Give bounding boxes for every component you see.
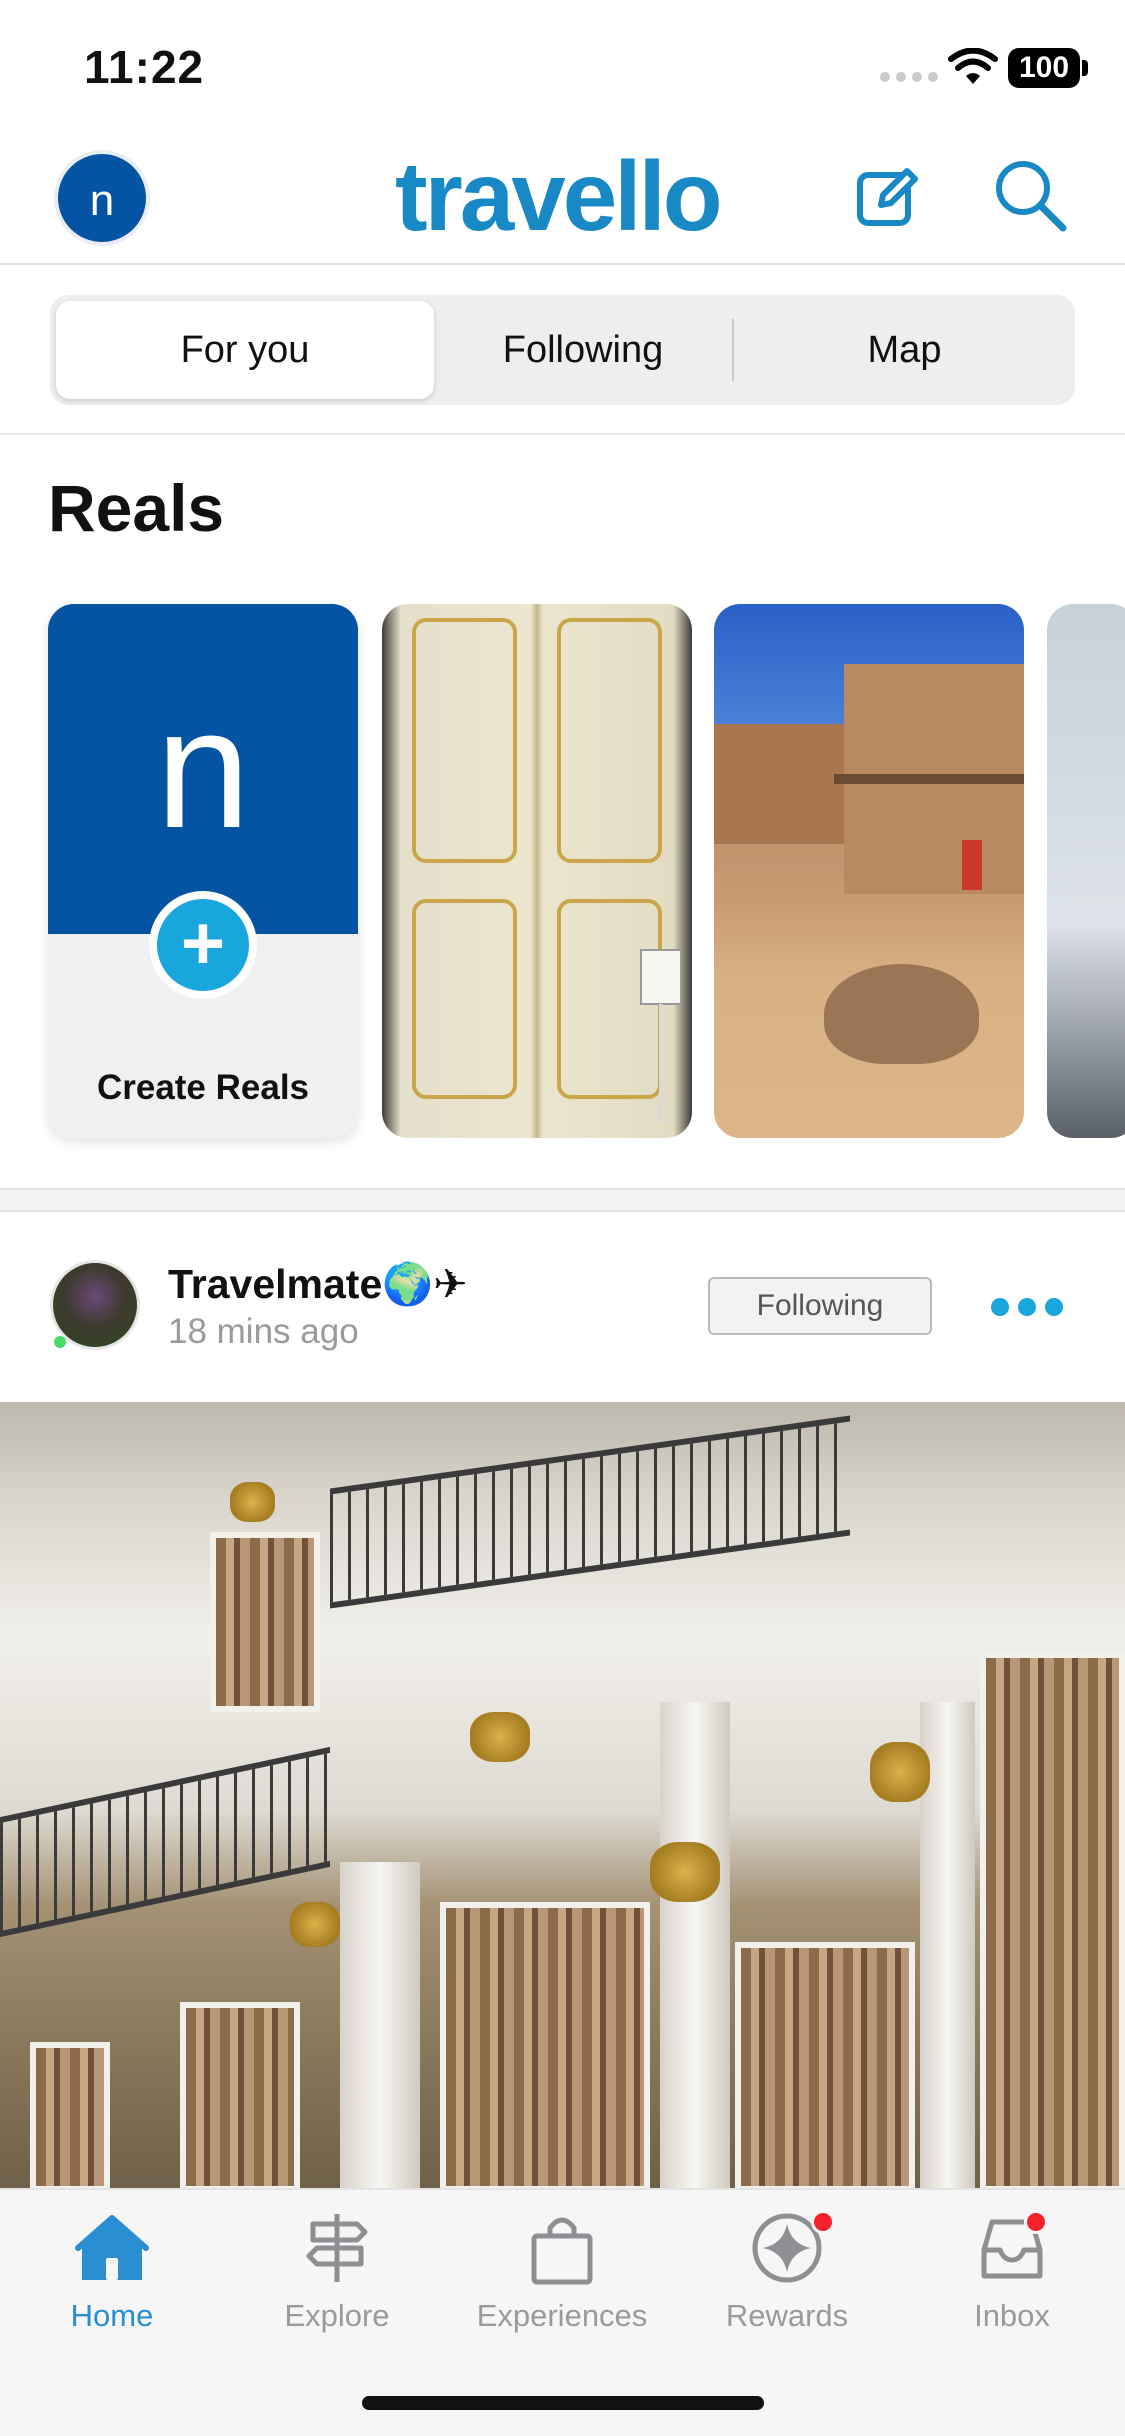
balcony-railing xyxy=(330,1415,850,1609)
more-options-icon[interactable] xyxy=(990,1297,1064,1317)
battery-tip xyxy=(1082,60,1088,76)
bookshelf xyxy=(440,1902,650,2188)
gilded-ornament xyxy=(470,1712,530,1762)
reel-thumbnail-desert[interactable] xyxy=(714,604,1024,1138)
plus-icon[interactable]: + xyxy=(149,891,257,999)
mud-building xyxy=(714,724,844,844)
status-bar: 11:22 100 xyxy=(0,0,1125,130)
nav-inbox-label: Inbox xyxy=(974,2298,1050,2333)
feed-tab-bar: For you Following Map xyxy=(50,295,1075,405)
tab-divider xyxy=(732,319,734,381)
nav-experiences[interactable]: Experiences xyxy=(467,2210,657,2360)
marble-column xyxy=(340,1862,420,2188)
person-figure xyxy=(962,840,982,890)
bookshelf xyxy=(980,1652,1125,2188)
wooden-beam xyxy=(834,774,1024,784)
post-author-name[interactable]: Travelmate🌍✈ xyxy=(168,1260,468,1309)
tab-map[interactable]: Map xyxy=(740,301,1069,399)
bag-icon xyxy=(531,2217,593,2285)
reels-section-title: Reals xyxy=(48,471,225,545)
bookshelf xyxy=(180,2002,300,2188)
app-header: n travello xyxy=(0,130,1125,265)
create-reel-avatar: n xyxy=(48,604,358,934)
door-panel xyxy=(557,618,662,863)
rewards-badge xyxy=(811,2210,835,2234)
bookshelf xyxy=(210,1532,320,1712)
wifi-icon xyxy=(948,48,998,84)
nav-rewards[interactable]: Rewards xyxy=(692,2210,882,2360)
reel-thumbnail-partial[interactable] xyxy=(1047,604,1125,1138)
search-icon[interactable] xyxy=(993,158,1067,232)
nav-home-label: Home xyxy=(70,2298,154,2333)
compose-icon[interactable] xyxy=(855,165,919,229)
tab-following[interactable]: Following xyxy=(438,301,728,399)
nav-inbox[interactable]: Inbox xyxy=(917,2210,1107,2360)
door-panel xyxy=(412,618,517,863)
bookshelf xyxy=(30,2042,110,2188)
feed-separator xyxy=(0,1188,1125,1212)
stone-well xyxy=(824,964,979,1064)
sign-stand xyxy=(640,949,682,1005)
gilded-ornament xyxy=(650,1842,720,1902)
following-button[interactable]: Following xyxy=(708,1277,932,1335)
nav-explore-label: Explore xyxy=(284,2298,390,2333)
home-indicator xyxy=(362,2396,764,2410)
signpost-icon xyxy=(306,2214,368,2282)
nav-rewards-label: Rewards xyxy=(725,2298,849,2333)
gilded-ornament xyxy=(230,1482,275,1522)
marble-column xyxy=(660,1702,730,2188)
online-indicator xyxy=(54,1336,66,1348)
battery-indicator: 100 xyxy=(1008,48,1080,88)
tab-for-you[interactable]: For you xyxy=(56,301,434,399)
post-timestamp: 18 mins ago xyxy=(168,1312,359,1351)
door-panel xyxy=(412,899,517,1099)
post-image-library[interactable] xyxy=(0,1402,1125,2188)
create-reel-label: Create Reals xyxy=(96,1068,310,1107)
create-reel-card[interactable]: n + Create Reals xyxy=(48,604,358,1138)
profile-avatar[interactable]: n xyxy=(54,150,150,246)
gilded-ornament xyxy=(290,1902,340,1947)
nav-experiences-label: Experiences xyxy=(476,2298,648,2333)
nav-home[interactable]: Home xyxy=(17,2210,207,2360)
bookshelf xyxy=(735,1942,915,2188)
nav-explore[interactable]: Explore xyxy=(242,2210,432,2360)
sign-pole xyxy=(659,1004,663,1124)
status-time: 11:22 xyxy=(84,41,205,93)
cellular-signal-icon xyxy=(880,72,938,82)
reel-thumbnail-door[interactable] xyxy=(382,604,692,1138)
inbox-badge xyxy=(1024,2210,1048,2234)
gilded-ornament xyxy=(870,1742,930,1802)
balcony-railing xyxy=(0,1746,330,1938)
home-icon xyxy=(75,2215,149,2280)
brand-logo: travello xyxy=(395,141,723,251)
section-divider xyxy=(0,433,1125,435)
